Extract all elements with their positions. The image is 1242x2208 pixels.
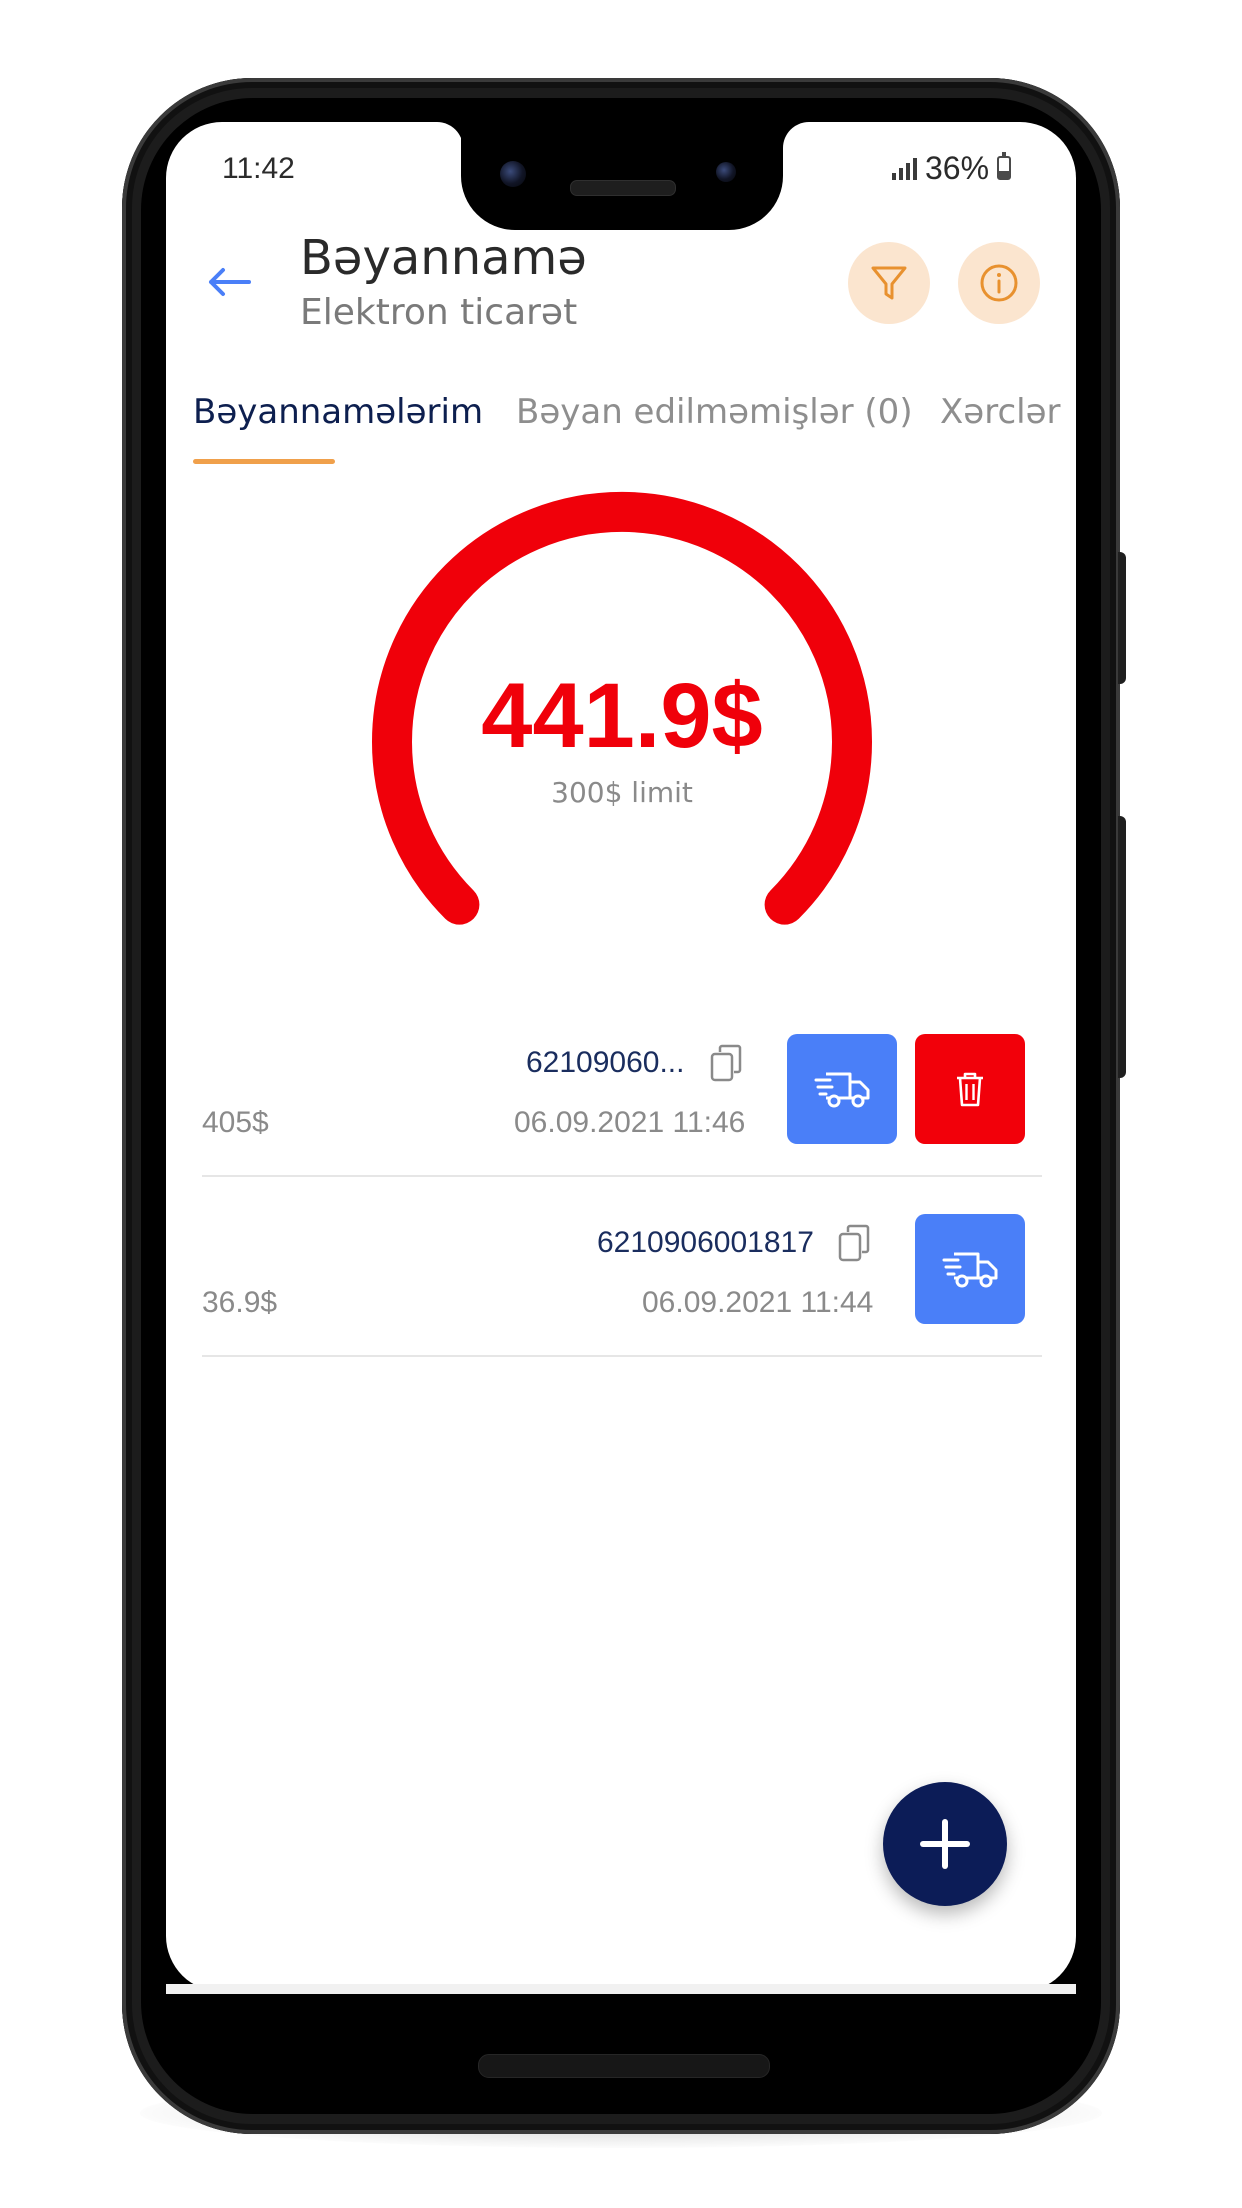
- list-item: 62109060... 405$ 06.09.2021 11:46: [202, 1032, 1042, 1182]
- signal-icon: [892, 156, 917, 180]
- info-button[interactable]: [958, 242, 1040, 324]
- page-subtitle: Elektron ticarət: [300, 292, 578, 333]
- declaration-amount: 405$: [202, 1106, 269, 1139]
- gauge-limit: 300$ limit: [551, 776, 693, 809]
- row-divider: [202, 1175, 1042, 1177]
- delivery-button[interactable]: [915, 1214, 1025, 1324]
- info-icon: [980, 264, 1018, 302]
- filter-icon: [871, 266, 907, 300]
- gauge-value: 441.9$: [481, 665, 763, 767]
- status-time: 11:42: [222, 152, 295, 185]
- declaration-amount: 36.9$: [202, 1286, 278, 1319]
- arrow-left-icon: [209, 268, 251, 296]
- tab-undeclared[interactable]: Bəyan edilməmişlər (0): [516, 392, 913, 432]
- delivery-button[interactable]: [787, 1034, 897, 1144]
- copy-icon[interactable]: [838, 1224, 872, 1262]
- battery-icon: [997, 152, 1012, 180]
- status-indicators: 36%: [892, 149, 1012, 186]
- plus-icon: [920, 1819, 970, 1869]
- row-divider: [202, 1355, 1042, 1357]
- declaration-date: 06.09.2021 11:44: [642, 1286, 874, 1319]
- battery-percent: 36%: [925, 149, 990, 186]
- declaration-date: 06.09.2021 11:46: [514, 1106, 746, 1139]
- list-item: 6210906001817 36.9$ 06.09.2021 11:44: [202, 1212, 1042, 1362]
- declaration-code[interactable]: 62109060...: [526, 1046, 684, 1080]
- tab-expenses[interactable]: Xərclər: [940, 392, 1060, 432]
- back-button[interactable]: [198, 256, 260, 308]
- tab-indicator: [193, 459, 335, 464]
- copy-icon[interactable]: [710, 1044, 744, 1082]
- bottom-speaker: [478, 2054, 770, 2078]
- front-camera: [500, 161, 526, 187]
- delete-button[interactable]: [915, 1034, 1025, 1144]
- tab-my-declarations[interactable]: Bəyannamələrim: [193, 392, 483, 432]
- filter-button[interactable]: [848, 242, 930, 324]
- front-sensor: [716, 162, 736, 182]
- declaration-code[interactable]: 6210906001817: [597, 1226, 814, 1260]
- notch-corner-right: [783, 122, 809, 148]
- power-button: [1118, 552, 1126, 684]
- truck-icon: [942, 1252, 998, 1288]
- earpiece-speaker: [570, 180, 676, 196]
- page-title: Bəyannamə: [300, 230, 587, 286]
- truck-icon: [814, 1072, 870, 1108]
- trash-icon: [957, 1072, 983, 1107]
- volume-button: [1118, 816, 1126, 1078]
- screen-bottom-edge: [166, 1984, 1076, 1994]
- add-declaration-button[interactable]: [883, 1782, 1007, 1906]
- notch-corner-left: [437, 122, 463, 148]
